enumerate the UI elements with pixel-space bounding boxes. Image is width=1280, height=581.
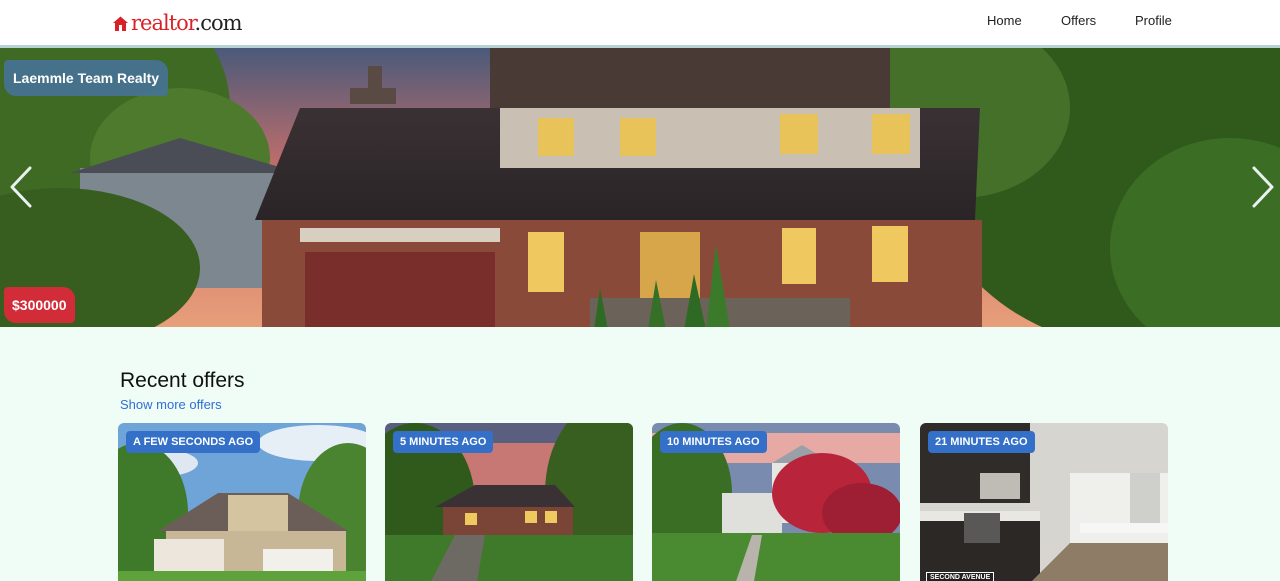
main-nav: Home Offers Profile <box>980 13 1280 31</box>
offer-time-badge: A FEW SECONDS AGO <box>126 431 261 453</box>
offer-card[interactable]: 5 MINUTES AGO <box>385 423 633 581</box>
offer-time-badge: 21 MINUTES AGO <box>928 431 1035 453</box>
hero-carousel: Laemmle Team Realty $300000 <box>0 45 1280 327</box>
nav-offers-link[interactable]: Offers <box>1061 13 1096 28</box>
offer-card[interactable]: 10 MINUTES AGO <box>652 423 900 581</box>
chevron-right-icon[interactable] <box>1248 164 1276 210</box>
featured-house-photo <box>0 48 1280 327</box>
top-nav-bar: realtor.com Home Offers Profile <box>0 0 1280 45</box>
offer-time-badge: 5 MINUTES AGO <box>393 431 494 453</box>
recent-offers-title: Recent offers <box>120 369 245 392</box>
logo-wordmark: realtor.com <box>131 10 243 35</box>
nav-home-link[interactable]: Home <box>987 13 1022 28</box>
price-tag: $300000 <box>4 287 75 323</box>
show-more-offers-link[interactable]: Show more offers <box>120 397 222 412</box>
offer-time-badge: 10 MINUTES AGO <box>660 431 767 453</box>
agency-tag: Laemmle Team Realty <box>4 60 169 96</box>
offer-card[interactable]: A FEW SECONDS AGO <box>118 423 366 581</box>
chevron-left-icon[interactable] <box>8 164 36 210</box>
realtor-logo[interactable]: realtor.com <box>112 10 243 35</box>
photo-watermark: SECOND AVENUE <box>926 572 995 581</box>
offer-card[interactable]: 21 MINUTES AGO SECOND AVENUE <box>920 423 1168 581</box>
house-logo-icon <box>113 16 128 31</box>
nav-profile-link[interactable]: Profile <box>1135 13 1172 28</box>
